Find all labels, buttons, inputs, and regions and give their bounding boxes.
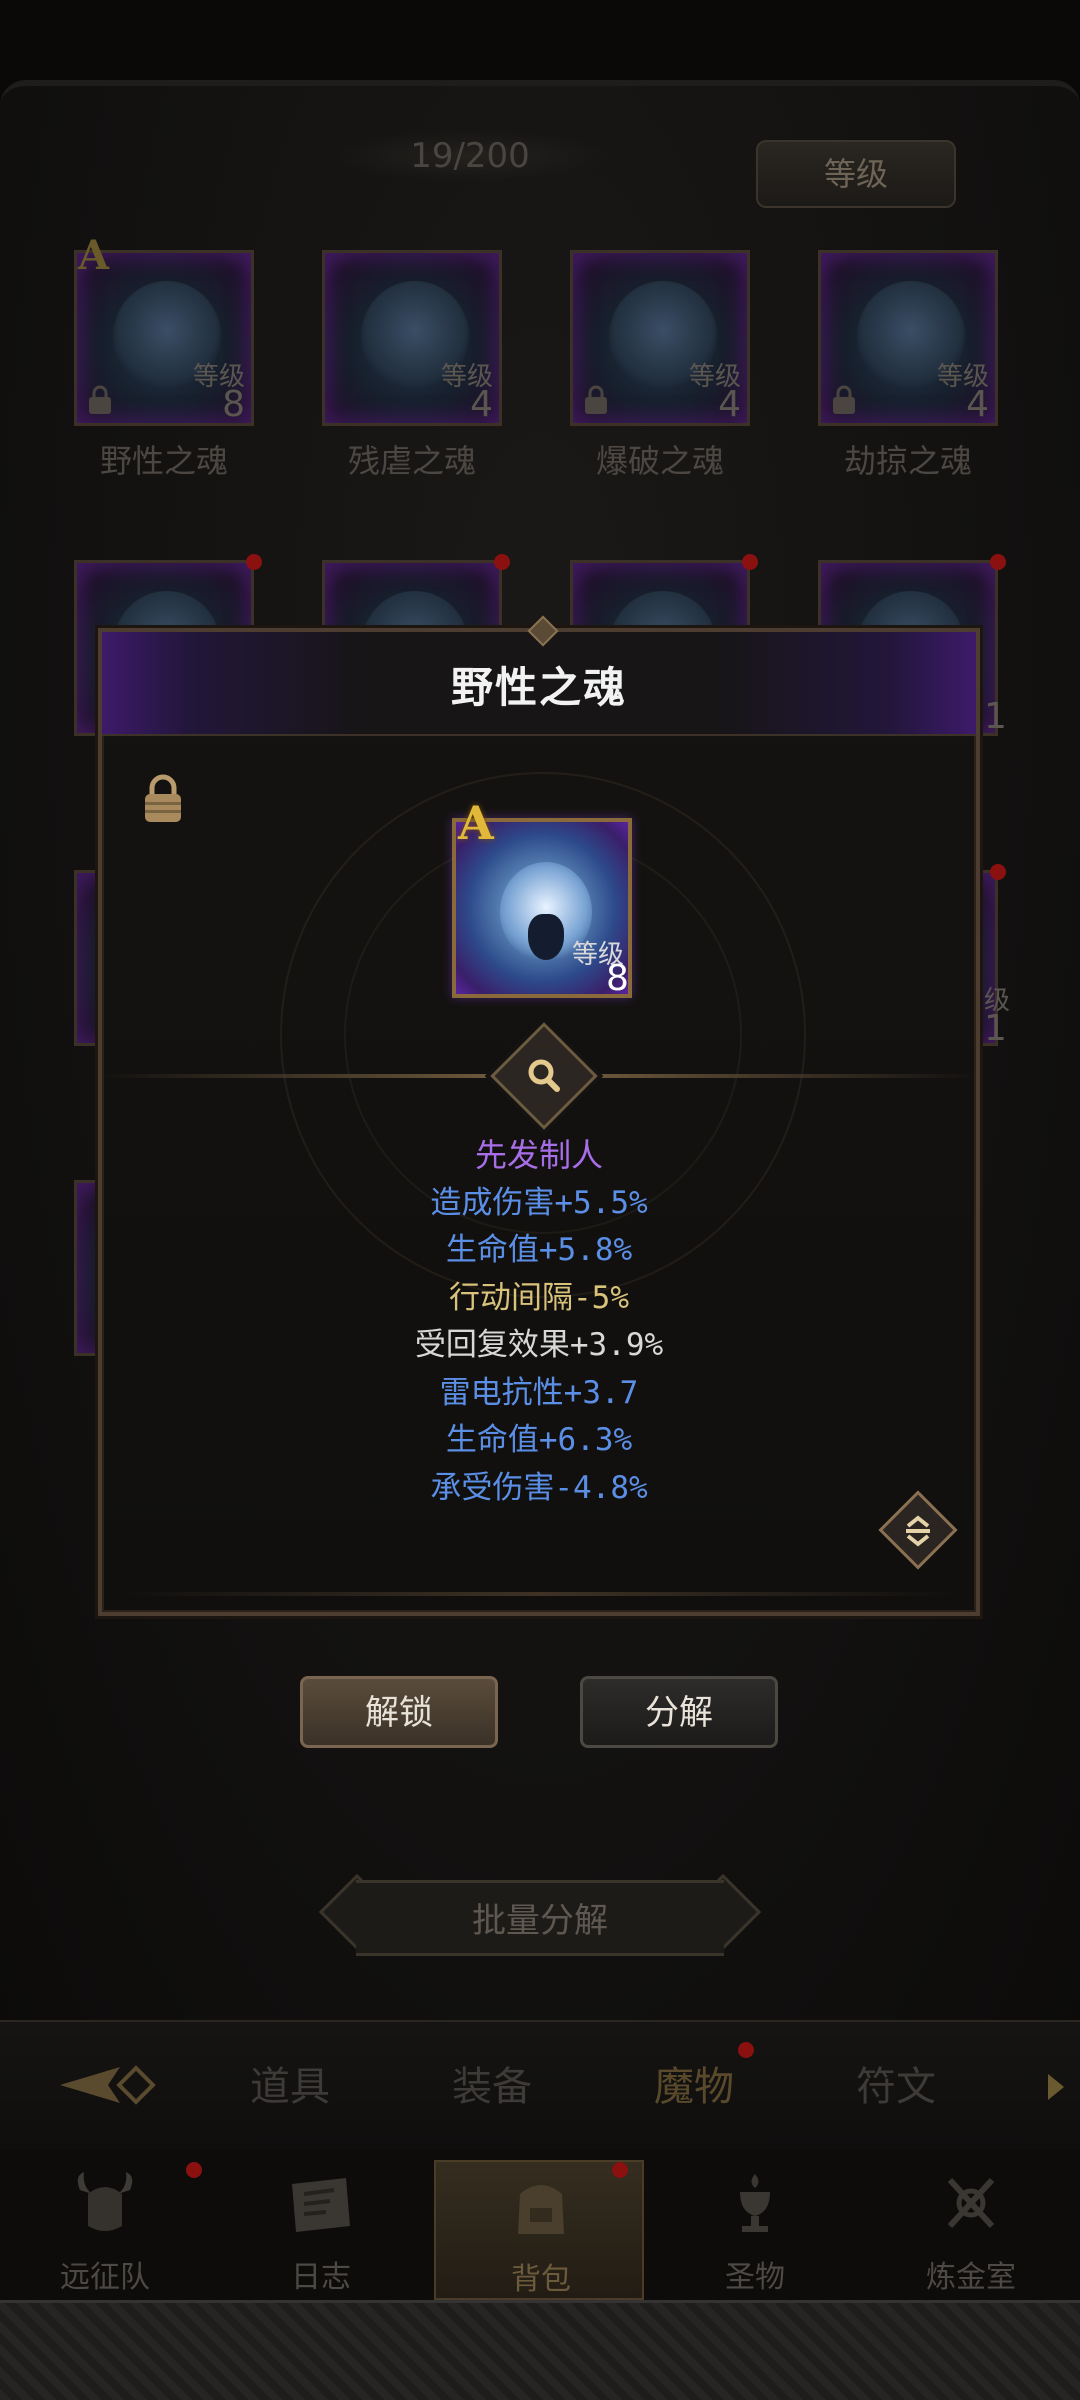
rank-badge: A bbox=[458, 796, 494, 850]
soul-name: 残虐之魂 bbox=[347, 442, 476, 480]
nav-expedition[interactable]: 远征队 bbox=[0, 2160, 210, 2300]
nav-relics[interactable]: 圣物 bbox=[650, 2160, 860, 2300]
lock-toggle-icon[interactable] bbox=[142, 772, 184, 824]
tab-equipment[interactable]: 装备 bbox=[452, 2054, 532, 2112]
attribute-line: 先发制人 bbox=[474, 1136, 603, 1174]
soul-card[interactable]: 等级 4 劫掠之魂 bbox=[818, 244, 998, 480]
nav-alchemy[interactable]: 炼金室 bbox=[866, 2160, 1076, 2300]
soul-thumbnail: 等级 4 bbox=[322, 250, 502, 426]
map-scroll-icon bbox=[292, 2178, 350, 2232]
nav-journal[interactable]: 日志 bbox=[216, 2160, 426, 2300]
soul-name: 野性之魂 bbox=[99, 442, 228, 480]
horned-helmet-icon bbox=[77, 2172, 133, 2231]
new-dot bbox=[612, 2162, 628, 2178]
search-icon bbox=[528, 1059, 560, 1092]
new-dot bbox=[742, 554, 758, 570]
tab-monsters[interactable]: 魔物 bbox=[654, 2054, 734, 2112]
nav-label: 背包 bbox=[511, 2262, 571, 2297]
batch-decompose-button[interactable]: 批量分解 bbox=[356, 1880, 724, 1956]
chevron-right-icon[interactable] bbox=[1044, 2070, 1070, 2104]
rank-badge: A bbox=[78, 232, 110, 279]
new-dot bbox=[990, 554, 1006, 570]
soul-card[interactable]: 等级 4 爆破之魂 bbox=[570, 244, 750, 480]
nav-label: 炼金室 bbox=[926, 2260, 1016, 2295]
level-value: 4 bbox=[470, 384, 493, 425]
soul-card[interactable]: 等级 4 残虐之魂 bbox=[322, 244, 502, 480]
attribute-line: 造成伤害+5.5% bbox=[430, 1184, 648, 1221]
tab-runes[interactable]: 符文 bbox=[856, 2054, 936, 2112]
backpack-icon bbox=[518, 2185, 564, 2234]
unlock-button[interactable]: 解锁 bbox=[300, 1676, 498, 1748]
attribute-line: 受回复效果+3.9% bbox=[414, 1327, 664, 1363]
new-dot bbox=[246, 554, 262, 570]
nav-backpack[interactable]: 背包 bbox=[434, 2160, 644, 2300]
attribute-list: 先发制人 造成伤害+5.5% 生命值+5.8% 行动间隔-5% 受回复效果+3.… bbox=[102, 1132, 976, 1512]
attribute-line: 雷电抗性+3.7 bbox=[439, 1374, 639, 1411]
lock-icon bbox=[89, 385, 111, 414]
attribute-line: 生命值+5.8% bbox=[445, 1232, 633, 1268]
modal-header: 野性之魂 bbox=[102, 632, 976, 736]
grid-level-fragment: 1 bbox=[984, 696, 1007, 737]
decompose-button[interactable]: 分解 bbox=[580, 1676, 778, 1748]
soul-thumbnail: 等级 4 bbox=[818, 250, 998, 426]
soul-name: 爆破之魂 bbox=[595, 442, 724, 480]
capacity-count: 19/200 bbox=[330, 130, 610, 182]
lock-icon bbox=[833, 385, 855, 414]
nav-label: 远征队 bbox=[60, 2260, 150, 2295]
attribute-line: 行动间隔-5% bbox=[449, 1279, 629, 1316]
soul-thumbnail: 等级 4 bbox=[570, 250, 750, 426]
decorative-border bbox=[0, 2300, 1080, 2400]
lock-icon bbox=[585, 385, 607, 414]
level-value: 8 bbox=[222, 384, 245, 425]
nav-label: 圣物 bbox=[725, 2260, 785, 2295]
level-value: 4 bbox=[718, 384, 741, 425]
grid-level-fragment: 1 bbox=[984, 1008, 1007, 1049]
soul-detail-modal: 野性之魂 A 等级 8 先发制人 造成伤害+5.5% 生命值+5.8% 行动间隔… bbox=[98, 615, 980, 1616]
nav-label: 日志 bbox=[291, 2260, 351, 2295]
soul-name: 劫掠之魂 bbox=[843, 442, 972, 480]
new-dot bbox=[738, 2042, 754, 2058]
attribute-line: 承受伤害-4.8% bbox=[430, 1469, 648, 1506]
grid-row-1: 等级 8 A 野性之魂 等级 4 残虐之魂 等级 4 爆破之魂 等级 4 劫掠之… bbox=[74, 232, 1014, 480]
level-value: 4 bbox=[966, 384, 989, 425]
tab-items[interactable]: 道具 bbox=[250, 2054, 330, 2112]
new-dot bbox=[186, 2162, 202, 2178]
attribute-line: 生命值+6.3% bbox=[445, 1422, 633, 1458]
new-dot bbox=[494, 554, 510, 570]
modal-title: 野性之魂 bbox=[450, 663, 627, 712]
back-arrow-icon[interactable] bbox=[50, 2045, 170, 2125]
new-dot bbox=[990, 864, 1006, 880]
ornament bbox=[122, 1592, 956, 1596]
level-value: 8 bbox=[606, 958, 629, 999]
sort-by-level-button[interactable]: 等级 bbox=[756, 140, 956, 208]
grail-icon bbox=[740, 2174, 770, 2232]
alchemy-icon bbox=[947, 2177, 995, 2229]
soul-card[interactable]: 等级 8 A 野性之魂 bbox=[74, 232, 254, 480]
collapse-icon bbox=[906, 1515, 930, 1547]
